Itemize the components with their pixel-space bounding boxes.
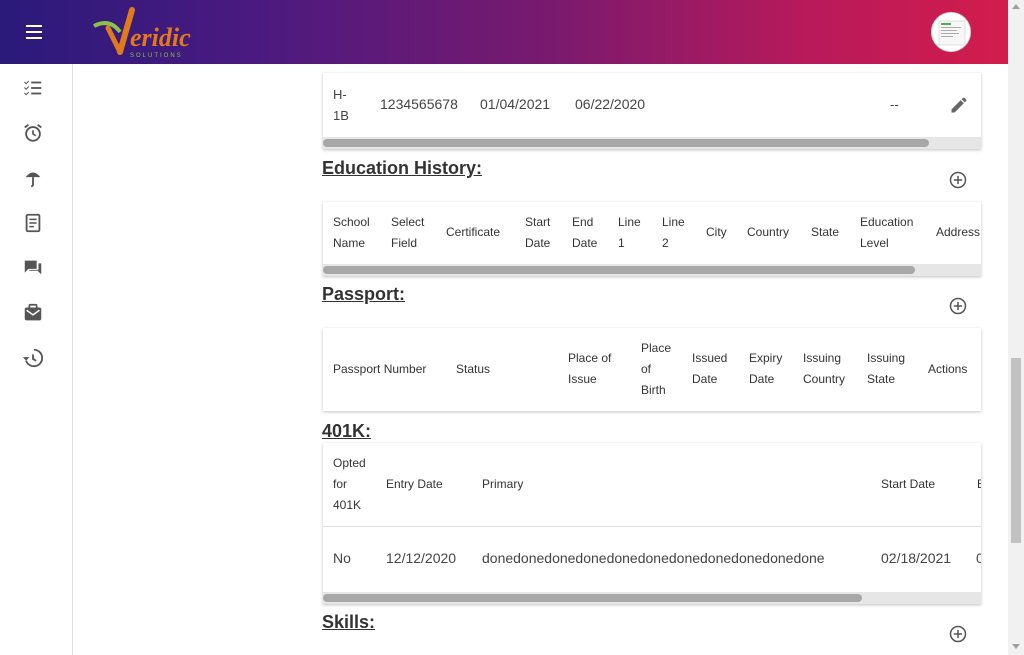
sidebar-nav (0, 64, 73, 655)
column-header: E (977, 474, 981, 495)
menu-icon[interactable] (18, 20, 50, 44)
svg-text:SOLUTIONS: SOLUTIONS (130, 53, 183, 59)
svg-text:eridic: eridic (130, 23, 191, 52)
k401-table-card: Opted for 401K Entry Date Primary Start … (323, 443, 981, 604)
column-header: Entry Date (386, 477, 443, 491)
checklist-icon[interactable] (22, 77, 44, 99)
column-header: Issuing Country (803, 351, 846, 386)
horizontal-scrollbar[interactable] (323, 592, 981, 604)
user-avatar[interactable] (931, 12, 971, 52)
column-header: Expiry Date (749, 351, 783, 386)
k401-extra-cell: 0 (976, 550, 981, 566)
add-passport-button[interactable] (948, 296, 968, 316)
k401-opted-cell: No (333, 550, 351, 566)
column-header: City (706, 225, 727, 239)
edit-icon[interactable] (949, 95, 969, 115)
column-header: Place of Birth (641, 341, 672, 397)
app-header: eridic SOLUTIONS (0, 0, 1008, 64)
column-header: Line 1 (618, 215, 641, 250)
vertical-scrollbar[interactable] (1008, 0, 1024, 655)
add-education-button[interactable] (948, 170, 968, 190)
skills-section-title: Skills: (322, 612, 376, 632)
column-header: Opted for 401K (333, 456, 366, 512)
horizontal-scrollbar[interactable] (323, 264, 981, 276)
column-header: Start Date (525, 215, 551, 250)
history-icon[interactable] (22, 347, 44, 369)
mail-briefcase-icon[interactable] (22, 302, 44, 324)
alarm-clock-icon[interactable] (22, 122, 44, 144)
education-section-title: Education History: (322, 158, 483, 178)
education-table-card: School Name Select Field Certificate Sta… (323, 202, 981, 276)
passport-table-card: Passport Number Status Place of Issue Pl… (323, 328, 981, 411)
row-divider (323, 526, 981, 527)
document-icon[interactable] (22, 212, 44, 234)
column-header: Certificate (446, 225, 501, 239)
add-skill-button[interactable] (948, 624, 968, 644)
column-header: School Name (333, 215, 370, 250)
column-header: Education Level (860, 215, 914, 250)
visa-date-cell: 01/04/2021 (480, 96, 551, 112)
horizontal-scrollbar[interactable] (323, 137, 981, 149)
veridic-logo[interactable]: eridic SOLUTIONS (90, 4, 220, 60)
column-header: End Date (572, 215, 598, 250)
logo-graphic: eridic SOLUTIONS (93, 7, 191, 59)
k401-entry-date-cell: 12/12/2020 (386, 550, 457, 566)
column-header: State (811, 225, 840, 239)
column-header: Select Field (391, 215, 425, 250)
scrollbar-thumb[interactable] (1011, 358, 1021, 543)
k401-primary-cell: donedonedonedonedonedonedonedonedonedone… (482, 550, 825, 566)
visa-table-card: H- 1B 1234565678 01/04/2021 06/22/2020 -… (323, 73, 981, 149)
column-header: Issued Date (692, 351, 728, 386)
column-header: Passport Number (333, 362, 427, 376)
chat-icon[interactable] (22, 257, 44, 279)
k401-start-date-cell: 02/18/2021 (881, 550, 952, 566)
column-header: Issuing State (867, 351, 906, 386)
column-header: Actions (928, 362, 968, 376)
column-header: Start Date (881, 477, 936, 491)
visa-date-cell: 06/22/2020 (575, 96, 646, 112)
column-header: Place of Issue (568, 351, 612, 386)
column-header: Primary (482, 477, 524, 491)
visa-number-cell: 1234565678 (380, 96, 458, 112)
column-header: Country (747, 225, 790, 239)
column-header: Line 2 (662, 215, 685, 250)
passport-section-title: Passport: (322, 284, 406, 304)
visa-extra-cell: -- (890, 97, 899, 112)
umbrella-icon[interactable] (22, 167, 44, 189)
scroll-down-arrow-icon[interactable] (1012, 644, 1020, 649)
visa-type-cell: H- 1B (333, 87, 349, 123)
k401-section-title: 401K: (322, 421, 372, 441)
column-header: Address (936, 225, 981, 239)
column-header: Status (456, 362, 491, 376)
main-content: H- 1B 1234565678 01/04/2021 06/22/2020 -… (73, 64, 1008, 655)
scroll-up-arrow-icon[interactable] (1012, 4, 1020, 9)
